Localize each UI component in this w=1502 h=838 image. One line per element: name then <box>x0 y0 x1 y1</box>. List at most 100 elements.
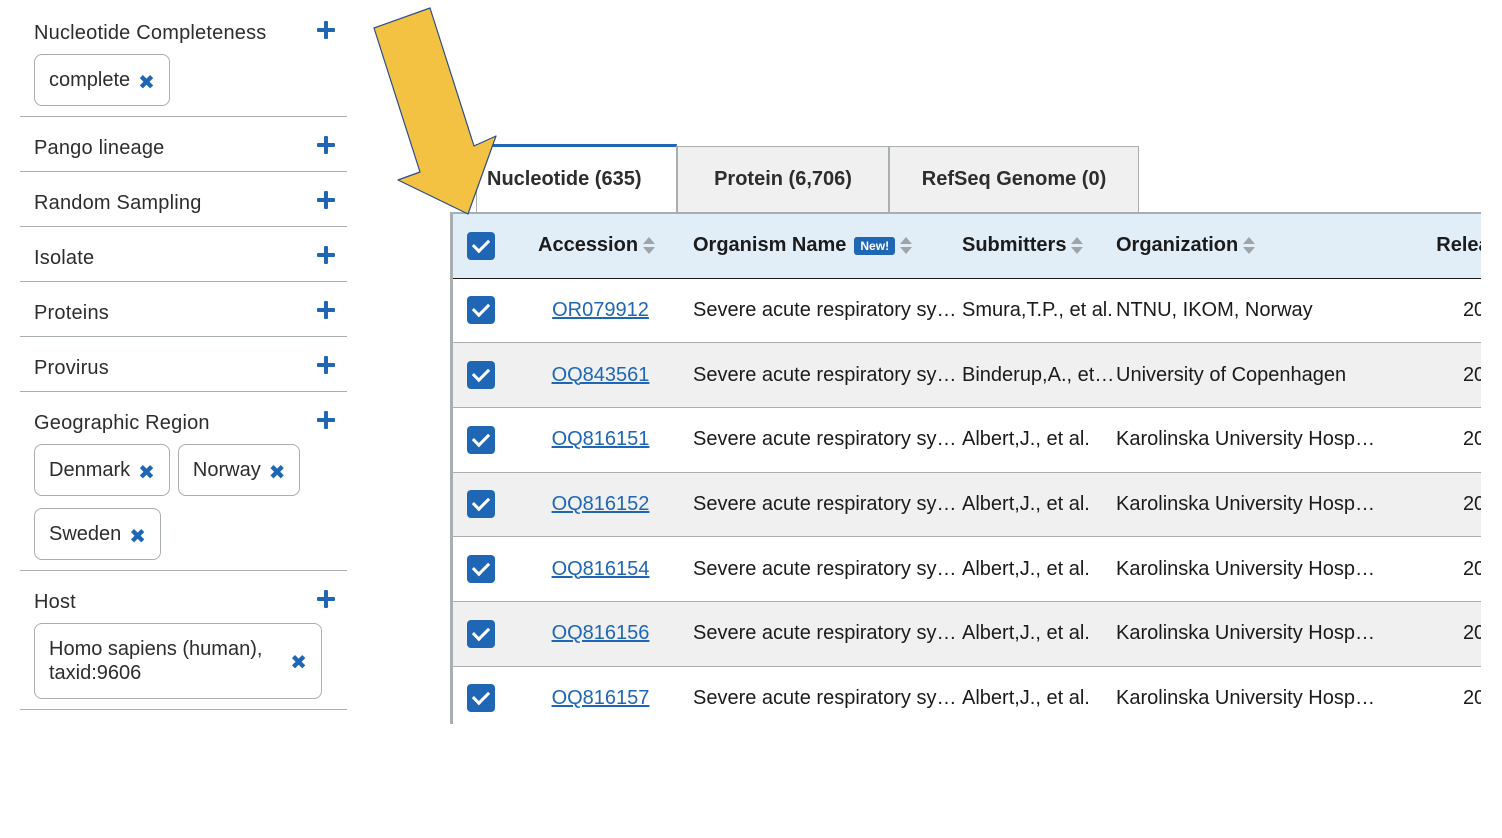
close-x-icon[interactable]: ✖ <box>269 460 286 485</box>
submitters-cell: Albert,J., et al. <box>962 686 1090 709</box>
facet-header[interactable]: Random Sampling <box>34 188 347 218</box>
plus-icon[interactable] <box>317 21 335 39</box>
row-checkbox[interactable] <box>467 684 495 713</box>
organization-cell: Karolinska University Hospital <box>1116 557 1378 580</box>
facet-title: Isolate <box>34 246 95 269</box>
tab-protein[interactable]: Protein (6,706) <box>677 146 889 212</box>
filter-chip-complete[interactable]: complete ✖ <box>34 54 170 106</box>
close-x-icon[interactable]: ✖ <box>138 70 155 95</box>
tab-nucleotide[interactable]: Nucleotide (635) <box>476 144 677 212</box>
select-all-checkbox[interactable] <box>467 231 495 260</box>
plus-icon[interactable] <box>317 191 335 209</box>
release-date-cell: 2023-04- <box>1462 492 1481 515</box>
facet-header[interactable]: Host <box>34 587 347 617</box>
filter-chip-denmark[interactable]: Denmark ✖ <box>34 444 170 496</box>
plus-icon[interactable] <box>317 411 335 429</box>
accession-link[interactable]: OQ843561 <box>552 364 650 386</box>
tab-refseq-genome[interactable]: RefSeq Genome (0) <box>889 146 1139 212</box>
chip-label: Denmark <box>49 458 131 481</box>
submitters-cell: Smura,T.P., et al. <box>962 298 1113 321</box>
plus-icon[interactable] <box>317 590 335 608</box>
table-row: OQ816157 Severe acute respiratory syndro… <box>453 666 1481 724</box>
column-label: Accession <box>538 234 639 257</box>
row-checkbox[interactable] <box>467 490 495 519</box>
row-checkbox[interactable] <box>467 555 495 584</box>
accession-link[interactable]: OQ816157 <box>552 687 650 709</box>
row-checkbox[interactable] <box>467 361 495 390</box>
accession-link[interactable]: OQ816154 <box>552 558 650 580</box>
submitters-cell: Albert,J., et al. <box>962 492 1090 515</box>
organization-cell: Karolinska University Hospital <box>1116 428 1378 451</box>
organization-cell: Karolinska University Hospital <box>1116 492 1378 515</box>
accession-link[interactable]: OQ816151 <box>552 428 650 450</box>
column-header-organism[interactable]: Organism Name New! <box>693 214 962 278</box>
facet-nucleotide-completeness: Nucleotide Completeness complete ✖ <box>20 0 347 117</box>
results-table-container: Accession Organism Name New! Submitters O… <box>450 212 1481 724</box>
release-date-cell: 2023-06- <box>1462 298 1481 321</box>
organism-cell: Severe acute respiratory syndrome corona… <box>693 298 962 321</box>
facet-geographic-region: Geographic Region Denmark ✖ Norway ✖ Swe… <box>20 408 347 571</box>
sort-arrows-icon[interactable] <box>1242 236 1256 255</box>
close-x-icon[interactable]: ✖ <box>290 651 307 675</box>
release-date-cell: 2023-04- <box>1462 686 1481 709</box>
release-date-cell: 2023-04- <box>1462 363 1481 386</box>
column-header-submitters[interactable]: Submitters <box>962 214 1116 278</box>
plus-icon[interactable] <box>317 356 335 374</box>
accession-link[interactable]: OQ816156 <box>552 622 650 644</box>
row-checkbox[interactable] <box>467 425 495 454</box>
sort-arrows-icon[interactable] <box>642 236 656 255</box>
sort-arrows-icon[interactable] <box>899 236 913 255</box>
facet-title: Nucleotide Completeness <box>34 21 267 44</box>
facet-random-sampling: Random Sampling <box>20 188 347 227</box>
release-date-cell: 2023-04- <box>1462 428 1481 451</box>
plus-icon[interactable] <box>317 246 335 264</box>
column-label: Submitters <box>962 234 1067 257</box>
facet-title: Host <box>34 590 76 613</box>
table-row: OQ816151 Severe acute respiratory syndro… <box>453 407 1481 473</box>
organism-cell: Severe acute respiratory syndrome corona… <box>693 428 962 451</box>
accession-link[interactable]: OQ816152 <box>552 493 650 515</box>
accession-link[interactable]: OR079912 <box>552 299 649 321</box>
row-checkbox[interactable] <box>467 296 495 325</box>
release-date-cell: 2023-04- <box>1462 557 1481 580</box>
organism-cell: Severe acute respiratory syndrome corona… <box>693 686 962 709</box>
facet-header[interactable]: Provirus <box>34 353 347 383</box>
organism-cell: Severe acute respiratory syndrome corona… <box>693 557 962 580</box>
facet-header[interactable]: Proteins <box>34 298 347 328</box>
submitters-cell: Albert,J., et al. <box>962 557 1090 580</box>
organism-cell: Severe acute respiratory syndrome corona… <box>693 492 962 515</box>
chip-label: Homo sapiens (human), taxid:9606 <box>49 638 263 684</box>
sort-arrows-icon[interactable] <box>1070 236 1084 255</box>
submitters-cell: Binderup,A., et al. <box>962 363 1116 386</box>
column-label: Organization <box>1116 234 1239 257</box>
filter-chip-norway[interactable]: Norway ✖ <box>177 444 301 496</box>
row-checkbox[interactable] <box>467 619 495 648</box>
facet-header[interactable]: Nucleotide Completeness <box>34 18 347 48</box>
table-row: OQ843561 Severe acute respiratory syndro… <box>453 342 1481 408</box>
facet-host: Host Homo sapiens (human), taxid:9606 ✖ <box>20 587 347 710</box>
organism-cell: Severe acute respiratory syndrome corona… <box>693 363 962 386</box>
column-header-organization[interactable]: Organization <box>1116 214 1378 278</box>
table-row: OQ816156 Severe acute respiratory syndro… <box>453 601 1481 667</box>
filter-chip-sweden[interactable]: Sweden ✖ <box>34 508 162 560</box>
plus-icon[interactable] <box>317 136 335 154</box>
table-row: OQ816152 Severe acute respiratory syndro… <box>453 472 1481 537</box>
facet-header[interactable]: Geographic Region <box>34 408 347 438</box>
filter-chip-host[interactable]: Homo sapiens (human), taxid:9606 ✖ <box>34 623 322 699</box>
submitters-cell: Albert,J., et al. <box>962 428 1090 451</box>
facet-header[interactable]: Pango lineage <box>34 133 347 163</box>
facet-pango-lineage: Pango lineage <box>20 133 347 172</box>
facet-title: Provirus <box>34 356 109 379</box>
organism-cell: Severe acute respiratory syndrome corona… <box>693 622 962 645</box>
column-label: Organism Name <box>693 234 847 257</box>
new-badge: New! <box>854 236 896 255</box>
filter-sidebar: Nucleotide Completeness complete ✖ Pango… <box>20 0 347 710</box>
close-x-icon[interactable]: ✖ <box>138 460 155 485</box>
facet-proteins: Proteins <box>20 298 347 337</box>
facet-header[interactable]: Isolate <box>34 243 347 273</box>
column-header-release-date[interactable]: Release Da <box>1378 214 1481 278</box>
table-header-row: Accession Organism Name New! Submitters O… <box>453 214 1481 278</box>
plus-icon[interactable] <box>317 301 335 319</box>
close-x-icon[interactable]: ✖ <box>129 524 146 549</box>
column-header-accession[interactable]: Accession <box>538 214 693 278</box>
